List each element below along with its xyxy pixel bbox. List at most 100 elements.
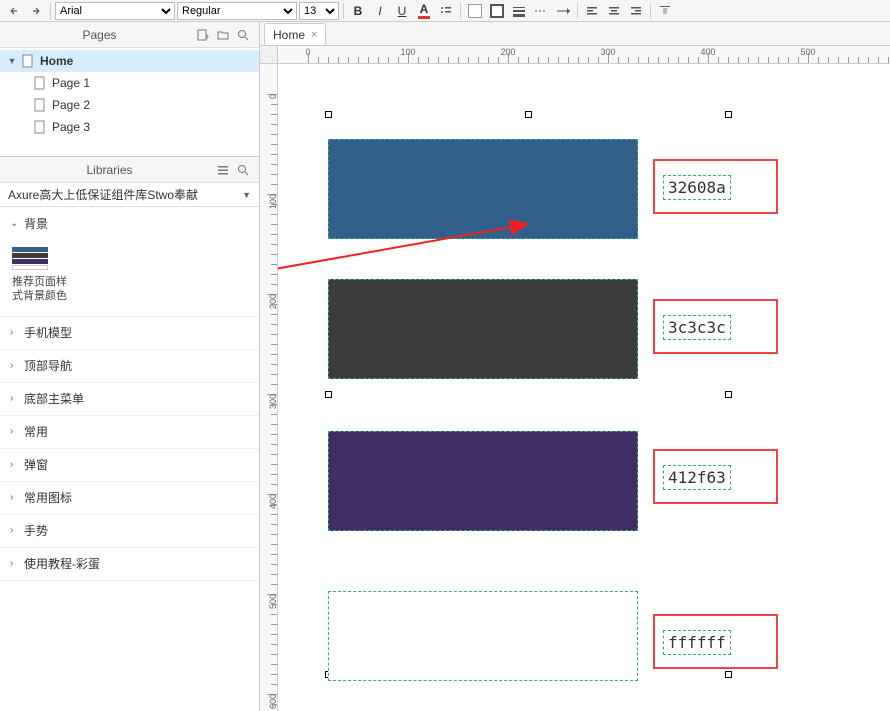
chevron-right-icon: › xyxy=(10,459,24,470)
library-dropdown[interactable]: Axure高大上低保证组件库Stwo奉献 ▼ xyxy=(0,183,259,207)
widget-thumb-label: 推荐页面样式背景颜色 xyxy=(12,275,72,304)
category-label: 常用 xyxy=(24,423,48,440)
library-menu-icon[interactable] xyxy=(215,162,231,178)
pages-panel: Pages + ▼ Home Page 1 Page 2 xyxy=(0,22,259,157)
chevron-right-icon: › xyxy=(10,492,24,503)
page-label: Page 1 xyxy=(52,76,90,90)
line-width-button[interactable] xyxy=(509,2,529,20)
chevron-right-icon: › xyxy=(10,393,24,404)
arrow-style-button[interactable] xyxy=(553,2,573,20)
line-style-button[interactable] xyxy=(531,2,551,20)
italic-button[interactable]: I xyxy=(370,2,390,20)
chevron-down-icon: ⌄ xyxy=(10,218,24,229)
bold-button[interactable]: B xyxy=(348,2,368,20)
selection-handle[interactable] xyxy=(525,111,532,118)
selection-handle[interactable] xyxy=(325,111,332,118)
page-icon xyxy=(22,54,36,68)
canvas-area: Home × 0100200300400500600 0100200300400… xyxy=(260,22,890,711)
search-pages-icon[interactable] xyxy=(235,27,251,43)
color-hex-label[interactable]: 32608a xyxy=(663,175,731,200)
library-category[interactable]: ›常用图标 xyxy=(0,482,259,514)
ruler-horizontal[interactable]: 0100200300400500600 xyxy=(278,46,890,64)
category-label: 使用教程-彩蛋 xyxy=(24,555,100,572)
redo-button[interactable] xyxy=(26,2,46,20)
page-label: Page 3 xyxy=(52,120,90,134)
library-category[interactable]: ›手机模型 xyxy=(0,317,259,349)
library-widget-thumb[interactable] xyxy=(12,247,48,271)
category-label: 弹窗 xyxy=(24,456,48,473)
document-tab-home[interactable]: Home × xyxy=(264,23,326,45)
close-tab-icon[interactable]: × xyxy=(311,29,317,41)
add-folder-icon[interactable] xyxy=(215,27,231,43)
library-category[interactable]: ›底部主菜单 xyxy=(0,383,259,415)
caret-down-icon[interactable]: ▼ xyxy=(6,56,18,66)
libraries-panel-title: Libraries xyxy=(8,163,211,177)
chevron-down-icon: ▼ xyxy=(242,190,251,200)
undo-button[interactable] xyxy=(4,2,24,20)
chevron-right-icon: › xyxy=(10,558,24,569)
document-tabbar: Home × xyxy=(260,22,890,46)
font-family-select[interactable]: Arial xyxy=(55,2,175,20)
chevron-right-icon: › xyxy=(10,426,24,437)
underline-button[interactable]: U xyxy=(392,2,412,20)
category-label: 常用图标 xyxy=(24,489,72,506)
library-category[interactable]: ›使用教程-彩蛋 xyxy=(0,548,259,580)
page-icon xyxy=(34,98,48,112)
selection-handle[interactable] xyxy=(325,391,332,398)
page-icon xyxy=(34,120,48,134)
tab-label: Home xyxy=(273,28,305,42)
border-color-button[interactable] xyxy=(487,2,507,20)
fill-color-button[interactable] xyxy=(465,2,485,20)
font-size-select[interactable]: 13 xyxy=(299,2,339,20)
selection-handle[interactable] xyxy=(725,671,732,678)
color-swatch-rect[interactable] xyxy=(328,591,638,681)
valign-top-button[interactable] xyxy=(655,2,675,20)
library-category[interactable]: ⌄背景 xyxy=(0,207,259,239)
color-hex-label[interactable]: ffffff xyxy=(663,630,731,655)
color-swatch-rect[interactable] xyxy=(328,431,638,531)
align-right-button[interactable] xyxy=(626,2,646,20)
page-item-3[interactable]: Page 3 xyxy=(0,116,259,138)
library-category[interactable]: ›手势 xyxy=(0,515,259,547)
format-toolbar: Arial Regular 13 B I U A xyxy=(0,0,890,22)
library-category[interactable]: ›常用 xyxy=(0,416,259,448)
pages-panel-title: Pages xyxy=(8,28,191,42)
align-left-button[interactable] xyxy=(582,2,602,20)
page-icon xyxy=(34,76,48,90)
color-swatch-rect[interactable] xyxy=(328,279,638,379)
text-color-button[interactable]: A xyxy=(414,2,434,20)
category-label: 背景 xyxy=(24,215,48,232)
font-weight-select[interactable]: Regular xyxy=(177,2,297,20)
bullets-button[interactable] xyxy=(436,2,456,20)
color-hex-label[interactable]: 3c3c3c xyxy=(663,315,731,340)
page-label: Page 2 xyxy=(52,98,90,112)
library-category[interactable]: ›弹窗 xyxy=(0,449,259,481)
page-label: Home xyxy=(40,54,73,68)
page-item-home[interactable]: ▼ Home xyxy=(0,50,259,72)
selection-handle[interactable] xyxy=(725,391,732,398)
canvas[interactable]: 32608a 3c3c3c 412f63 ffffff xyxy=(278,64,890,711)
page-item-2[interactable]: Page 2 xyxy=(0,94,259,116)
page-item-1[interactable]: Page 1 xyxy=(0,72,259,94)
ruler-corner xyxy=(260,46,278,64)
category-label: 手势 xyxy=(24,522,48,539)
svg-text:+: + xyxy=(205,32,209,41)
library-category[interactable]: ›顶部导航 xyxy=(0,350,259,382)
ruler-vertical[interactable]: 0100200300400500600 xyxy=(260,64,278,711)
library-dropdown-label: Axure高大上低保证组件库Stwo奉献 xyxy=(8,186,242,203)
selection-handle[interactable] xyxy=(725,111,732,118)
add-page-icon[interactable]: + xyxy=(195,27,211,43)
category-label: 顶部导航 xyxy=(24,357,72,374)
libraries-panel: Libraries Axure高大上低保证组件库Stwo奉献 ▼ ⌄背景推荐页面… xyxy=(0,157,259,711)
color-swatch-rect[interactable] xyxy=(328,139,638,239)
chevron-right-icon: › xyxy=(10,360,24,371)
align-center-button[interactable] xyxy=(604,2,624,20)
search-libraries-icon[interactable] xyxy=(235,162,251,178)
category-label: 底部主菜单 xyxy=(24,390,84,407)
left-sidebar: Pages + ▼ Home Page 1 Page 2 xyxy=(0,22,260,711)
chevron-right-icon: › xyxy=(10,525,24,536)
chevron-right-icon: › xyxy=(10,327,24,338)
category-label: 手机模型 xyxy=(24,324,72,341)
color-hex-label[interactable]: 412f63 xyxy=(663,465,731,490)
pages-tree: ▼ Home Page 1 Page 2 Page 3 xyxy=(0,48,259,156)
